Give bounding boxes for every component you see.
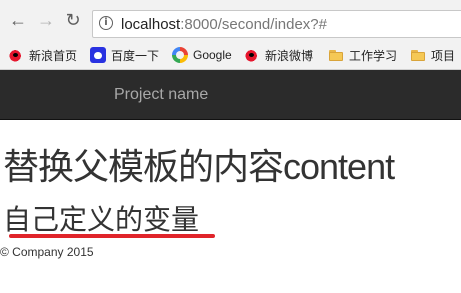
heading-cjk-text: 替换父模板的内容 <box>3 147 284 188</box>
bookmark-google[interactable]: Google <box>172 45 232 65</box>
bookmark-sina-home[interactable]: 新浪首页 <box>8 45 77 65</box>
baidu-paw-icon <box>90 47 106 63</box>
reload-icon[interactable]: ↻ <box>63 10 83 30</box>
footer-copyright: © Company 2015 <box>0 245 94 259</box>
browser-toolbar: ← → ↻ i localhost:8000/second/index?# <box>0 0 461 40</box>
google-icon <box>172 47 188 63</box>
forward-arrow-icon[interactable]: → <box>36 10 56 30</box>
weibo-icon <box>8 47 24 63</box>
folder-icon <box>410 47 426 63</box>
bookmark-label: 项目 <box>431 48 456 63</box>
url-text[interactable]: localhost:8000/second/index?# <box>121 16 327 33</box>
bookmark-folder-work-study[interactable]: 工作学习 <box>328 45 397 65</box>
heading-latin-text: content <box>283 146 395 187</box>
bookmark-sina-weibo[interactable]: 新浪微博 <box>244 45 313 65</box>
bookmark-label: 新浪首页 <box>29 48 78 63</box>
address-bar[interactable]: i localhost:8000/second/index?# <box>92 10 461 38</box>
bookmark-folder-projects[interactable]: 项目 <box>410 45 455 65</box>
bookmark-label: 新浪微博 <box>265 48 314 63</box>
red-underline-annotation <box>9 234 215 238</box>
info-icon[interactable]: i <box>99 16 113 30</box>
page-heading: 替换父模板的内容content <box>3 138 395 190</box>
bookmark-label: Google <box>193 48 232 62</box>
back-arrow-icon[interactable]: ← <box>8 10 28 30</box>
bookmarks-bar: 新浪首页 百度一下 Google 新浪微博 工作学习 项目 <box>0 40 461 70</box>
bookmark-baidu[interactable]: 百度一下 <box>90 45 159 65</box>
folder-icon <box>328 47 344 63</box>
site-navbar: Project name <box>0 70 461 120</box>
url-host: localhost <box>121 16 181 33</box>
navbar-brand-link[interactable]: Project name <box>114 86 208 104</box>
custom-variable-text: 自己定义的变量 <box>3 203 200 236</box>
weibo-icon <box>244 47 260 63</box>
url-path: :8000/second/index?# <box>180 16 327 33</box>
bookmark-label: 工作学习 <box>349 48 398 63</box>
bookmark-label: 百度一下 <box>111 48 160 63</box>
